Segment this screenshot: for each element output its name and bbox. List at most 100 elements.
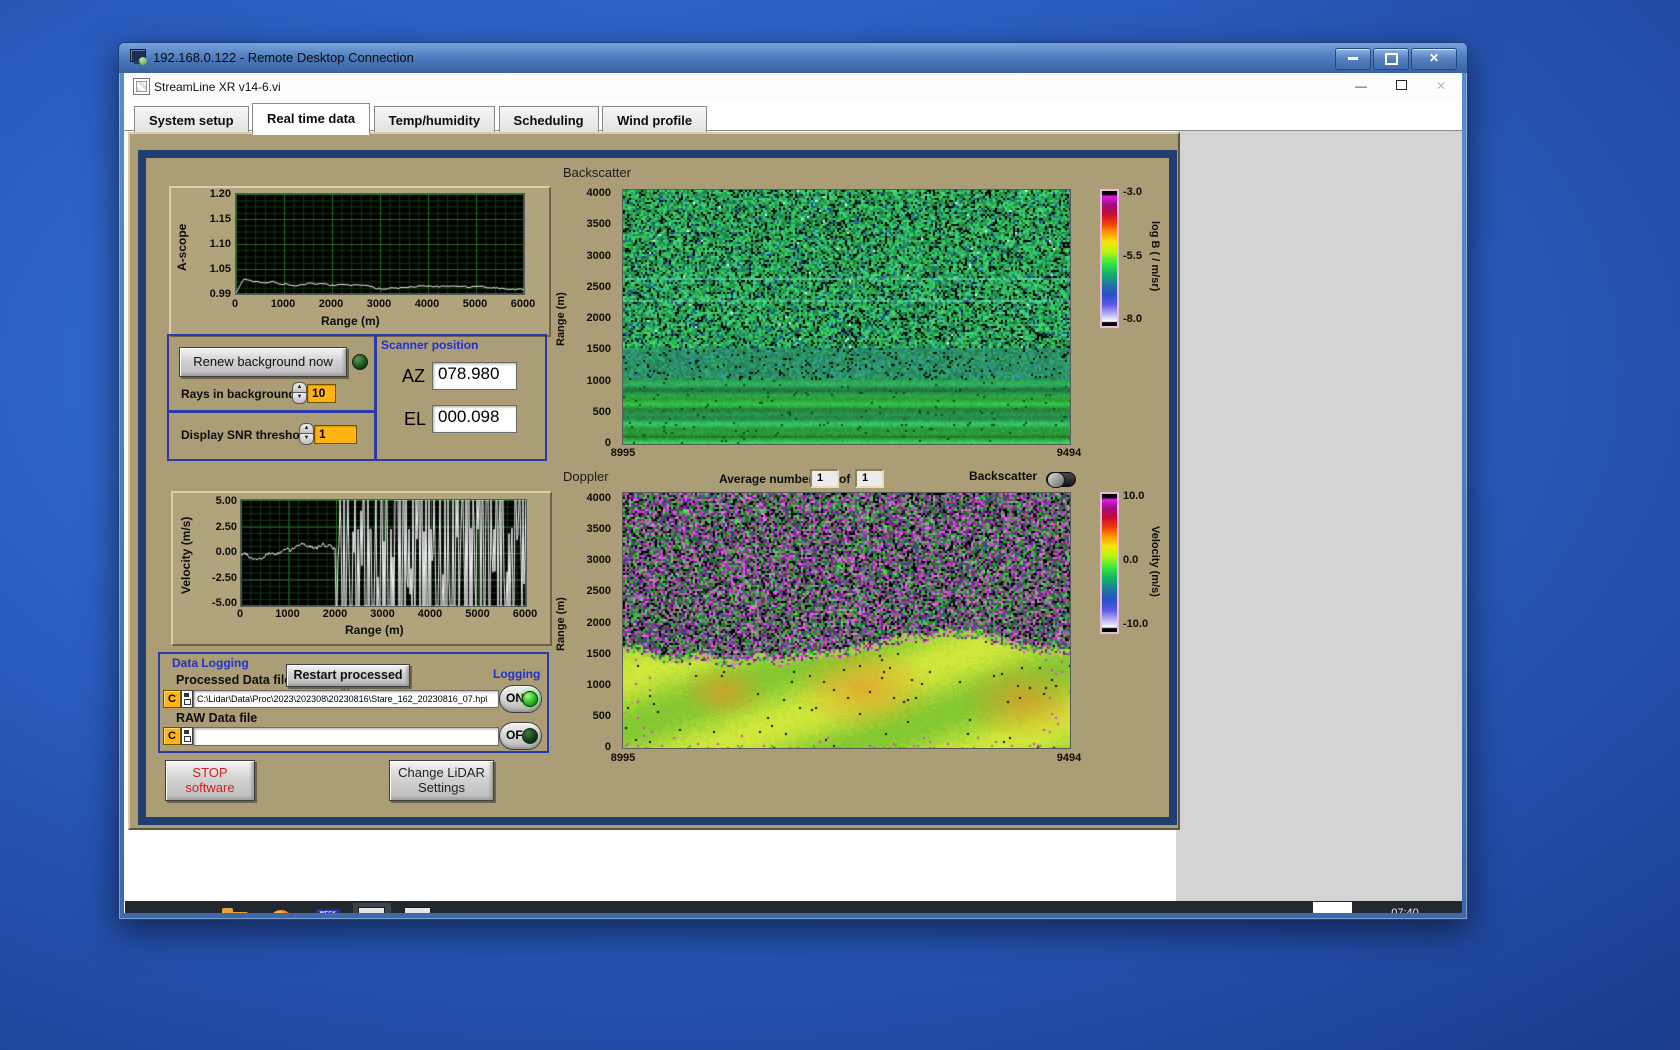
doppler-title: Doppler: [563, 469, 609, 484]
tick-label: 1.15: [209, 213, 231, 225]
tick-label: 4000: [417, 608, 443, 620]
backscatter-x-end: 9494: [1056, 447, 1082, 459]
tab-wind-profile[interactable]: Wind profile: [602, 106, 708, 134]
tab-bar: System setup Real time data Temp/humidit…: [124, 101, 1462, 135]
tab-temp-humidity[interactable]: Temp/humidity: [373, 106, 496, 134]
snr-value-field[interactable]: 1: [314, 425, 357, 444]
rdp-window: 192.168.0.122 - Remote Desktop Connectio…: [118, 42, 1468, 920]
tick-label: 0: [236, 608, 244, 620]
doppler-xaxis: 8995 9494: [601, 752, 1091, 764]
close-button[interactable]: ✕: [1411, 48, 1457, 70]
tab-real-time-data[interactable]: Real time data: [252, 103, 371, 135]
tick-label: 2500: [586, 280, 611, 293]
logging-off-toggle[interactable]: OFF: [499, 722, 542, 750]
backscatter-ytick-labels: 4000 3500 3000 2500 2000 1500 1000 500 0: [569, 187, 611, 449]
backscatter-toggle[interactable]: [1046, 472, 1076, 488]
week-schedule-icon: WEEK: [316, 909, 340, 913]
tick-label: 0.0: [1123, 554, 1139, 566]
vi-restore-button[interactable]: [1386, 77, 1416, 96]
tick-label: 1000: [586, 374, 611, 387]
tick-label: 3000: [586, 249, 611, 262]
el-label: EL: [404, 409, 427, 429]
firefox-icon: [269, 910, 293, 913]
tick-label: 3000: [370, 608, 395, 620]
backscatter-title: Backscatter: [563, 165, 631, 180]
stop-software-button[interactable]: STOP software: [165, 760, 255, 801]
processed-drive-select[interactable]: C: [163, 690, 181, 708]
processed-browse-icon[interactable]: [181, 690, 193, 708]
week-schedule-button[interactable]: WEEK: [308, 903, 346, 913]
scanner-position-title: Scanner position: [381, 338, 479, 352]
renew-background-led: [352, 354, 368, 370]
tick-label: 6000: [510, 298, 536, 310]
raw-path-field[interactable]: [193, 727, 499, 746]
tick-label: 1.10: [209, 238, 231, 250]
rays-spinner[interactable]: ▲ ▼: [292, 382, 307, 404]
tick-label: 3500: [586, 218, 611, 231]
language-indicator[interactable]: ENG: [1313, 902, 1352, 913]
backscatter-colorbar: [1100, 189, 1119, 328]
processed-path-field[interactable]: C:\Lidar\Data\Proc\2023\202308\20230816\…: [193, 690, 499, 708]
backscatter-x-start: 8995: [610, 447, 636, 459]
doppler-x-start: 8995: [610, 752, 636, 764]
raw-drive-select[interactable]: C: [163, 727, 181, 745]
off-led: [522, 728, 538, 744]
snr-spinner[interactable]: ▲ ▼: [299, 423, 314, 445]
tick-label: 1.20: [209, 188, 231, 200]
vi-minimize-button[interactable]: —: [1346, 78, 1376, 96]
tick-label: 0.00: [215, 546, 237, 558]
tick-label: 3000: [586, 554, 611, 567]
task-view-icon: [179, 912, 199, 913]
backscatter-colorbar-label: log B ( / m/sr): [1149, 220, 1161, 292]
logging-on-toggle[interactable]: ON: [499, 685, 542, 713]
minimize-button[interactable]: [1335, 48, 1371, 70]
backscatter-plot: [622, 189, 1071, 445]
tick-label: 0: [231, 298, 239, 310]
tick-label: 5.00: [215, 495, 237, 507]
el-field[interactable]: 000.098: [432, 405, 517, 433]
renew-background-button[interactable]: Renew background now: [179, 347, 347, 377]
desktop-background: 192.168.0.122 - Remote Desktop Connectio…: [0, 0, 1680, 1050]
scan-sched-window-active[interactable]: Scan sched: [353, 903, 391, 913]
of-count-field[interactable]: 1: [855, 469, 884, 488]
data-logging-box: Data Logging Processed Data file Restart…: [158, 652, 549, 753]
maximize-button[interactable]: [1373, 48, 1409, 70]
rdp-window-title: 192.168.0.122 - Remote Desktop Connectio…: [153, 50, 414, 65]
backscatter-ylabel: Range (m): [555, 292, 567, 346]
change-lidar-settings-button[interactable]: Change LiDAR Settings: [389, 760, 494, 801]
task-view-button[interactable]: [170, 903, 208, 913]
tab-scheduling[interactable]: Scheduling: [498, 106, 599, 134]
tick-label: 5000: [465, 608, 490, 620]
average-number-field[interactable]: 1: [810, 469, 839, 488]
firefox-button[interactable]: [262, 903, 300, 913]
vi-titlebar[interactable]: StreamLine XR v14-6.vi — ✕: [124, 73, 1462, 102]
az-label: AZ: [402, 366, 426, 386]
file-explorer-button[interactable]: [216, 903, 254, 913]
vi-close-button[interactable]: ✕: [1426, 78, 1456, 96]
rays-value-field[interactable]: 10: [307, 384, 336, 403]
snr-threshold-label: Display SNR threshold: [181, 428, 311, 442]
tick-label: 1000: [270, 298, 296, 310]
tick-label: 500: [592, 405, 611, 418]
tick-label: 1.05: [209, 263, 231, 275]
remote-desktop-icon: [130, 49, 148, 66]
scanner-position-box: Scanner position AZ 078.980 EL 000.098: [375, 334, 547, 461]
data-logging-title: Data Logging: [172, 656, 249, 670]
tab-system-setup[interactable]: System setup: [134, 106, 249, 134]
ascope-graph: A-scope 1.20 1.15 1.10 1.05 0.99 0 1000 2000 30…: [169, 186, 551, 337]
tick-label: 3000: [366, 298, 392, 310]
az-field[interactable]: 078.980: [432, 362, 517, 390]
scan-sched-window-2[interactable]: Scan sched: [399, 903, 437, 913]
tick-label: 6000: [512, 608, 538, 620]
tick-label: 4000: [586, 492, 611, 504]
velocity-xtick-labels: 0 1000 2000 3000 4000 5000 6000: [218, 608, 547, 620]
tick-label: 2000: [586, 312, 611, 324]
tick-label: 2500: [586, 585, 611, 598]
restart-processed-file-button[interactable]: Restart processed file: [286, 664, 410, 702]
raw-browse-icon[interactable]: [181, 727, 193, 745]
tick-label: 2.50: [215, 520, 237, 533]
scan-sched-icon: Scan sched: [358, 907, 385, 913]
doppler-colorbar: [1100, 492, 1119, 634]
tick-label: -2.50: [211, 571, 237, 584]
rdp-titlebar[interactable]: 192.168.0.122 - Remote Desktop Connectio…: [119, 43, 1467, 73]
